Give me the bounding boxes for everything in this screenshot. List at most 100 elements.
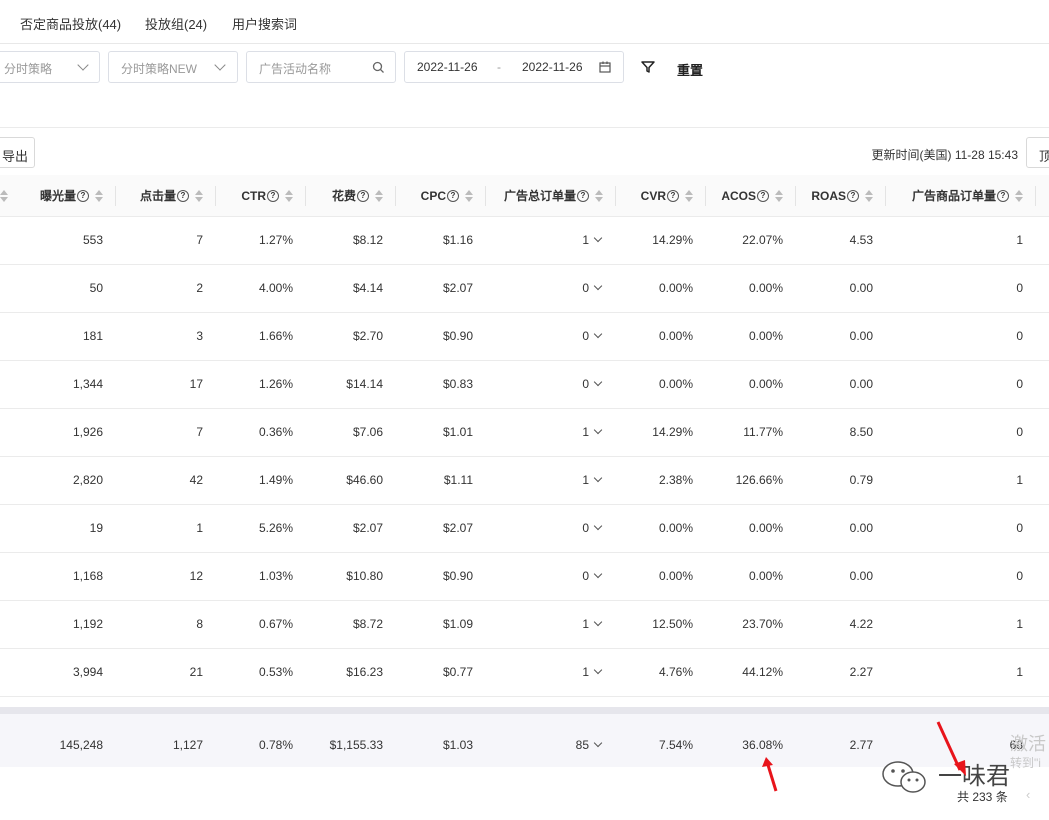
col-product-orders[interactable]: 广告商品订单量? — [885, 175, 1035, 216]
chevron-down-icon[interactable] — [593, 329, 603, 339]
reset-button[interactable]: 重置 — [677, 60, 703, 79]
cell-ctr: 1.03% — [258, 569, 293, 583]
sort-icon[interactable] — [685, 189, 693, 203]
filter-icon[interactable] — [641, 60, 655, 74]
cell-clicks: 17 — [189, 377, 203, 391]
chevron-down-icon[interactable] — [593, 617, 603, 627]
sort-icon[interactable] — [375, 189, 383, 203]
help-icon[interactable]: ? — [577, 189, 589, 202]
sort-icon[interactable] — [775, 189, 783, 203]
pager-prev-icon[interactable]: ‹ — [1026, 787, 1030, 802]
strategy-new-select[interactable]: 分时策略NEW — [108, 51, 238, 83]
help-icon[interactable]: ? — [997, 189, 1009, 202]
col-spend[interactable]: 花费? — [305, 175, 395, 216]
cell-spend: $8.72 — [352, 617, 383, 631]
column-separator — [795, 186, 796, 206]
sort-icon[interactable] — [595, 189, 603, 203]
sort-icon[interactable] — [285, 189, 293, 203]
table-row[interactable]: 553 7 1.27% $8.12 $1.16 1 14.29% 22.07% 4.53 1 — [0, 216, 1049, 265]
tab-negative-products[interactable]: 否定商品投放(44) — [20, 14, 121, 33]
cell-value: 0 — [582, 569, 589, 583]
chevron-down-icon[interactable] — [593, 738, 603, 748]
export-button[interactable]: 导出 — [0, 137, 35, 168]
strategy-select[interactable]: 分时策略 — [0, 51, 100, 83]
col-roas[interactable]: ROAS? — [795, 175, 885, 216]
tab-ad-groups[interactable]: 投放组(24) — [145, 14, 207, 33]
column-separator — [485, 186, 486, 206]
help-icon[interactable]: ? — [357, 189, 369, 202]
date-end[interactable]: 2022-11-26 — [522, 60, 583, 74]
col-total-orders[interactable]: 广告总订单量? — [485, 175, 615, 216]
cell-clicks: 12 — [189, 569, 203, 583]
table-row[interactable]: 1,344 17 1.26% $14.14 $0.83 0 0.00% 0.00% 0.00 0 — [0, 360, 1049, 409]
column-separator — [705, 186, 706, 206]
sort-icon[interactable] — [0, 189, 8, 203]
cell-acos: 22.07% — [742, 233, 783, 247]
col-acos[interactable]: ACOS? — [705, 175, 795, 216]
help-icon[interactable]: ? — [667, 189, 679, 202]
campaign-search-placeholder: 广告活动名称 — [259, 62, 332, 76]
help-icon[interactable]: ? — [77, 189, 89, 202]
cell-product-orders: 0 — [1016, 425, 1023, 439]
cell-roas: 0.00 — [849, 521, 873, 535]
help-icon[interactable]: ? — [267, 189, 279, 202]
campaign-search-input[interactable]: 广告活动名称 — [246, 51, 396, 83]
chevron-down-icon[interactable] — [593, 233, 603, 243]
cell-total-orders[interactable]: 0 — [485, 264, 615, 312]
cell-total-orders[interactable]: 1 — [485, 216, 615, 264]
cell-cpc: $1.16 — [442, 233, 473, 247]
cell-total-orders[interactable]: 1 — [485, 648, 615, 696]
cell-cvr: 14.29% — [652, 233, 693, 247]
table-row[interactable]: 19 1 5.26% $2.07 $2.07 0 0.00% 0.00% 0.00 0 — [0, 504, 1049, 553]
cell-clicks: 8 — [196, 617, 203, 631]
col-clicks[interactable]: 点击量? — [115, 175, 215, 216]
cell-total-orders[interactable]: 1 — [485, 456, 615, 504]
sort-icon[interactable] — [195, 189, 203, 203]
tab-search-terms[interactable]: 用户搜索词 — [232, 14, 297, 33]
cell-product-orders: 0 — [1016, 521, 1023, 535]
chevron-down-icon[interactable] — [593, 473, 603, 483]
help-icon[interactable]: ? — [447, 189, 459, 202]
cell-total-orders[interactable]: 0 — [485, 360, 615, 408]
chevron-down-icon[interactable] — [593, 377, 603, 387]
chevron-down-icon[interactable] — [593, 665, 603, 675]
sort-icon[interactable] — [95, 189, 103, 203]
sort-icon[interactable] — [465, 189, 473, 203]
sort-icon[interactable] — [1015, 189, 1023, 203]
help-icon[interactable]: ? — [757, 189, 769, 202]
cell-total-orders[interactable]: 1 — [485, 600, 615, 648]
table-row[interactable]: 2,820 42 1.49% $46.60 $1.11 1 2.38% 126.66% 0.79… — [0, 456, 1049, 505]
table-row[interactable]: 181 3 1.66% $2.70 $0.90 0 0.00% 0.00% 0.00 0 — [0, 312, 1049, 361]
top-button[interactable]: 顶 — [1026, 137, 1049, 168]
cell-value: 85 — [575, 738, 589, 752]
sort-icon[interactable] — [865, 189, 873, 203]
cell-acos: 0.00% — [748, 521, 783, 535]
table-row[interactable]: 1,926 7 0.36% $7.06 $1.01 1 14.29% 11.77% 8.50 0 — [0, 408, 1049, 457]
cell-total-orders[interactable]: 85 — [485, 714, 615, 767]
cell-cvr: 14.29% — [652, 425, 693, 439]
table-row[interactable]: 3,994 21 0.53% $16.23 $0.77 1 4.76% 44.12% 2.27 1 — [0, 648, 1049, 697]
table-row[interactable]: 50 2 4.00% $4.14 $2.07 0 0.00% 0.00% 0.00 0 — [0, 264, 1049, 313]
date-range-picker[interactable]: 2022-11-26 - 2022-11-26 — [404, 51, 624, 83]
cell-total-orders[interactable]: 1 — [485, 408, 615, 456]
chevron-down-icon[interactable] — [593, 569, 603, 579]
help-icon[interactable]: ? — [847, 189, 859, 202]
cell-total-orders[interactable]: 0 — [485, 504, 615, 552]
table-row[interactable]: 1,168 12 1.03% $10.80 $0.90 0 0.00% 0.00% 0.00 0 — [0, 552, 1049, 601]
chevron-down-icon[interactable] — [593, 521, 603, 531]
help-icon[interactable]: ? — [177, 189, 189, 202]
chevron-down-icon[interactable] — [593, 425, 603, 435]
cell-total-orders[interactable]: 0 — [485, 312, 615, 360]
cell-cpc: $1.09 — [442, 617, 473, 631]
column-separator — [1035, 186, 1036, 206]
table-row[interactable]: 1,192 8 0.67% $8.72 $1.09 1 12.50% 23.70% 4.22 1 — [0, 600, 1049, 649]
cell-total-orders[interactable]: 0 — [485, 552, 615, 600]
chevron-down-icon[interactable] — [593, 281, 603, 291]
col-impressions[interactable]: 曝光量? — [22, 175, 115, 216]
col-cvr[interactable]: CVR? — [615, 175, 705, 216]
date-start[interactable]: 2022-11-26 — [417, 60, 478, 74]
col-ctr[interactable]: CTR? — [215, 175, 305, 216]
chevron-down-icon — [214, 59, 226, 71]
cell-product-orders: 0 — [1016, 329, 1023, 343]
col-cpc[interactable]: CPC? — [395, 175, 485, 216]
